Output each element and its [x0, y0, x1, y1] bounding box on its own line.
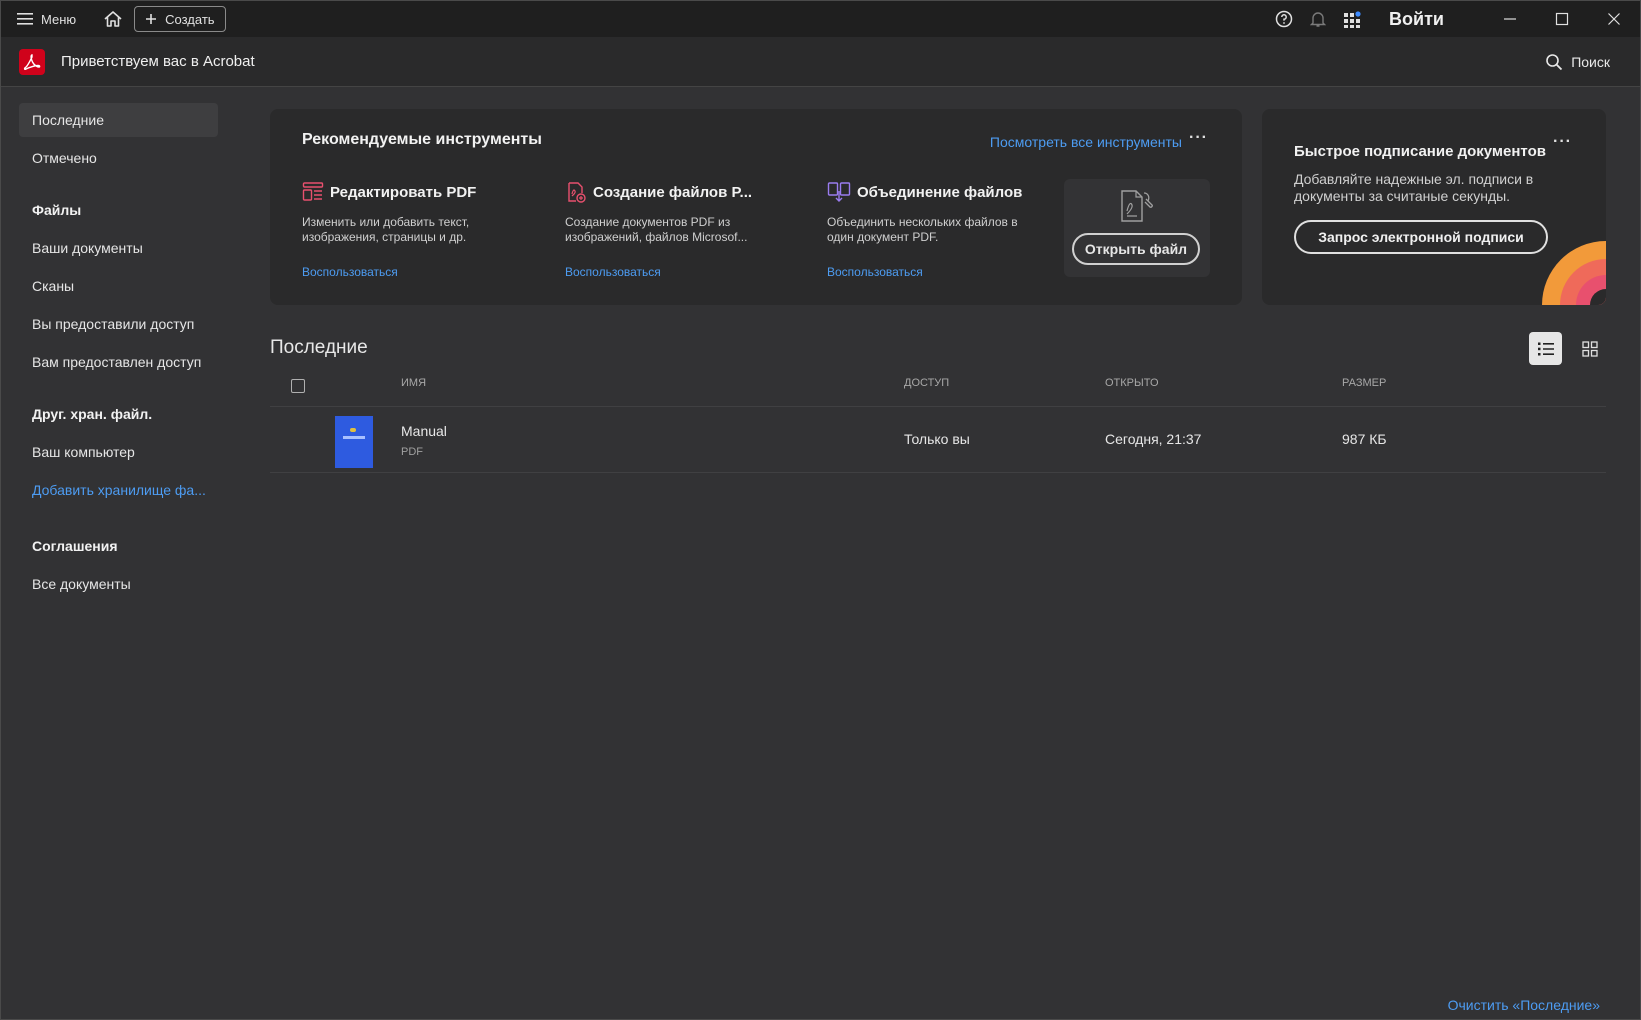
tool-create-pdf[interactable]: Создание файлов P... Создание документов…	[565, 181, 815, 279]
file-type: PDF	[401, 446, 423, 458]
apps-grid-icon	[1343, 10, 1361, 28]
menu-label: Меню	[41, 11, 77, 27]
app-header: Приветствуем вас в Acrobat Поиск	[1, 37, 1640, 87]
sidebar-item-starred[interactable]: Отмечено	[19, 141, 218, 175]
tools-card-title: Рекомендуемые инструменты	[302, 131, 542, 148]
sidebar-heading-agreements: Соглашения	[32, 538, 118, 554]
sign-card-title: Быстрое подписание документов	[1294, 143, 1546, 160]
acrobat-logo-icon	[19, 48, 45, 75]
tools-more-icon[interactable]: ···	[1189, 129, 1208, 147]
plus-icon	[145, 13, 157, 25]
tool-description: Объединить нескольких файлов в один доку…	[827, 215, 1018, 244]
column-header-access[interactable]: Доступ	[904, 377, 949, 389]
clear-recent-link[interactable]: Очистить «Последние»	[1448, 997, 1600, 1013]
apps-button[interactable]	[1335, 1, 1369, 37]
tool-name: Создание файлов P...	[593, 183, 753, 201]
sidebar-item-shared-by-you[interactable]: Вы предоставили доступ	[19, 307, 218, 341]
column-header-name[interactable]: Имя	[401, 377, 426, 389]
create-label: Создать	[165, 11, 215, 27]
column-header-size[interactable]: Размер	[1342, 377, 1386, 389]
sign-card-description: Добавляйте надежные эл. подписи в докуме…	[1294, 171, 1534, 204]
sidebar-link-add-storage[interactable]: Добавить хранилище фа...	[19, 473, 218, 507]
home-button[interactable]	[98, 5, 128, 33]
file-size: 987 КБ	[1342, 431, 1387, 447]
page-title: Приветствуем вас в Acrobat	[61, 53, 255, 70]
table-header: Имя Доступ Открыто Размер	[270, 367, 1606, 407]
sidebar-item-shared-with-you[interactable]: Вам предоставлен доступ	[19, 345, 218, 379]
tool-use-link[interactable]: Воспользоваться	[827, 265, 1077, 279]
column-header-opened[interactable]: Открыто	[1105, 377, 1159, 389]
file-name: Manual	[401, 423, 447, 439]
grid-view-icon	[1581, 340, 1598, 357]
decorative-arc-icon	[1542, 241, 1606, 305]
maximize-button[interactable]	[1536, 1, 1588, 37]
quick-sign-card: Быстрое подписание документов ··· Добавл…	[1262, 109, 1606, 305]
sign-more-icon[interactable]: ···	[1553, 133, 1572, 151]
recent-section-title: Последние	[270, 337, 368, 358]
table-row[interactable]: Manual PDF Только вы Сегодня, 21:37 987 …	[270, 407, 1606, 473]
bell-icon	[1310, 10, 1327, 28]
edit-pdf-icon	[302, 181, 324, 203]
create-button[interactable]: Создать	[134, 6, 226, 32]
help-icon	[1275, 10, 1293, 28]
minimize-button[interactable]	[1484, 1, 1536, 37]
sidebar-item-your-computer[interactable]: Ваш компьютер	[19, 435, 218, 469]
acrobat-window: Меню Создать Войти Приветствуем вас в Ac…	[0, 0, 1641, 1020]
file-access: Только вы	[904, 431, 970, 447]
close-icon	[1607, 12, 1621, 26]
tool-use-link[interactable]: Воспользоваться	[565, 265, 815, 279]
title-bar: Меню Создать Войти	[1, 1, 1640, 37]
search-icon	[1545, 53, 1563, 71]
grid-view-button[interactable]	[1573, 332, 1606, 365]
combine-files-icon	[827, 181, 851, 203]
request-signature-button[interactable]: Запрос электронной подписи	[1294, 220, 1548, 254]
tool-description: Создание документов PDF из изображений, …	[565, 215, 748, 244]
notifications-button[interactable]	[1301, 1, 1335, 37]
search-label: Поиск	[1571, 54, 1610, 70]
menu-button[interactable]: Меню	[17, 12, 76, 27]
tool-combine-files[interactable]: Объединение файлов Объединить нескольких…	[827, 181, 1077, 279]
create-pdf-icon	[565, 181, 587, 203]
hamburger-icon	[17, 12, 33, 26]
sidebar-item-scans[interactable]: Сканы	[19, 269, 218, 303]
tool-name: Объединение файлов	[857, 183, 1023, 201]
recent-files-table: Имя Доступ Открыто Размер Manual PDF Тол…	[270, 367, 1606, 473]
maximize-icon	[1555, 12, 1569, 26]
sidebar-heading-other-storage: Друг. хран. файл.	[32, 406, 153, 422]
sidebar: Последние Отмечено Файлы Ваши документы …	[1, 87, 231, 1019]
file-opened: Сегодня, 21:37	[1105, 431, 1202, 447]
tool-name: Редактировать PDF	[330, 183, 477, 201]
search-button[interactable]: Поиск	[1545, 37, 1610, 87]
sidebar-item-recent[interactable]: Последние	[19, 103, 218, 137]
select-all-checkbox[interactable]	[291, 379, 305, 393]
open-file-button[interactable]: Открыть файл	[1072, 233, 1200, 265]
sidebar-item-your-documents[interactable]: Ваши документы	[19, 231, 218, 265]
list-view-icon	[1537, 341, 1555, 357]
list-view-button[interactable]	[1529, 332, 1562, 365]
close-button[interactable]	[1588, 1, 1640, 37]
see-all-tools-link[interactable]: Посмотреть все инструменты	[990, 134, 1182, 150]
tool-edit-pdf[interactable]: Редактировать PDF Изменить или добавить …	[302, 181, 552, 279]
file-thumbnail	[335, 416, 373, 468]
minimize-icon	[1503, 12, 1517, 26]
sidebar-item-all-documents[interactable]: Все документы	[19, 567, 218, 601]
open-file-panel: Открыть файл	[1064, 179, 1210, 277]
home-icon	[103, 10, 123, 28]
login-button[interactable]: Войти	[1389, 9, 1444, 30]
sidebar-heading-files: Файлы	[32, 202, 82, 218]
tool-use-link[interactable]: Воспользоваться	[302, 265, 552, 279]
title-bar-right: Войти	[1267, 1, 1640, 37]
tool-description: Изменить или добавить текст, изображения…	[302, 215, 470, 244]
recommended-tools-card: Рекомендуемые инструменты Посмотреть все…	[270, 109, 1242, 305]
help-button[interactable]	[1267, 1, 1301, 37]
open-file-doc-icon	[1118, 189, 1158, 223]
